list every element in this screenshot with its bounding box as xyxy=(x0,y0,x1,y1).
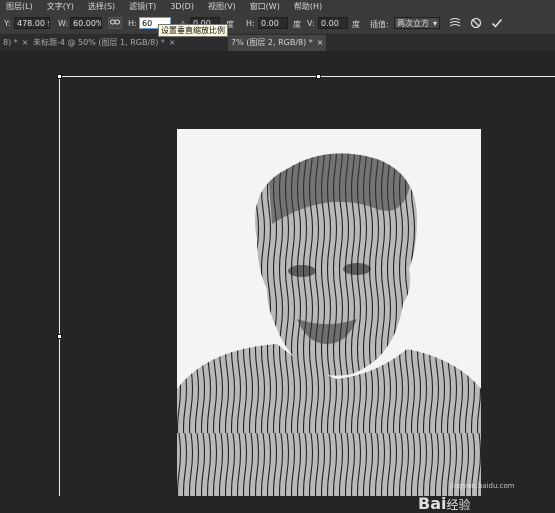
tab-document-3[interactable]: 7% (图层 2, RGB/8) * × xyxy=(228,35,327,51)
transform-box-top xyxy=(59,76,555,77)
vskew-label: V: xyxy=(307,19,315,28)
watermark-suffix: 经验 xyxy=(446,498,471,512)
menu-select[interactable]: 选择(S) xyxy=(88,1,115,12)
options-bar: Y: 478.00 像素 W: 60.00% H: 60 △ 0.00 度 H:… xyxy=(0,12,555,35)
y-label: Y: xyxy=(4,19,11,28)
height-tooltip: 设置垂直缩放比例 xyxy=(158,24,228,37)
document-tabs: 8) * × 未标题-4 @ 50% (图层 1, RGB/8) * × 7% (图… xyxy=(0,35,555,51)
warp-icon[interactable] xyxy=(449,17,461,29)
hskew-unit: 度 xyxy=(293,20,301,29)
interpolation-value: 两次立方 xyxy=(397,19,429,28)
tab-document-1[interactable]: 8) * × xyxy=(0,35,31,51)
portrait-image xyxy=(177,129,481,496)
menu-window[interactable]: 窗口(W) xyxy=(250,1,280,12)
baidu-watermark: Bai经验 xyxy=(418,494,471,513)
close-icon[interactable]: × xyxy=(22,38,29,47)
document-canvas[interactable]: Bai经验 xyxy=(0,51,555,513)
menu-layer[interactable]: 图层(L) xyxy=(6,1,33,12)
chain-link-icon[interactable] xyxy=(108,17,122,29)
cancel-icon[interactable] xyxy=(470,17,482,29)
transform-handle-middle-left[interactable] xyxy=(57,334,62,339)
tab-document-2[interactable]: 未标题-4 @ 50% (图层 1, RGB/8) * × xyxy=(30,35,179,51)
hskew-label: H: xyxy=(246,19,255,28)
close-icon[interactable]: × xyxy=(169,38,176,47)
transform-handle-top-middle[interactable] xyxy=(316,74,321,79)
hskew-field[interactable]: 0.00 xyxy=(258,17,288,29)
menu-type[interactable]: 文字(Y) xyxy=(47,1,74,12)
watermark-text: Bai xyxy=(418,494,447,513)
tab-label: 8) * xyxy=(3,38,18,47)
menu-view[interactable]: 视图(V) xyxy=(208,1,236,12)
y-field[interactable]: 478.00 像素 xyxy=(14,17,50,29)
interpolation-label: 插值: xyxy=(370,20,389,29)
tab-label: 未标题-4 @ 50% (图层 1, RGB/8) * xyxy=(33,38,165,47)
w-label: W: xyxy=(58,19,69,28)
watermark-url: jingyan.baidu.com xyxy=(450,482,515,490)
menu-3d[interactable]: 3D(D) xyxy=(170,2,194,11)
menu-filter[interactable]: 滤镜(T) xyxy=(129,1,156,12)
close-icon[interactable]: × xyxy=(317,38,324,47)
checkmark-icon[interactable] xyxy=(491,17,503,29)
tab-label: 7% (图层 2, RGB/8) * xyxy=(231,38,313,47)
width-field[interactable]: 60.00% xyxy=(70,17,102,29)
chevron-down-icon: ▾ xyxy=(432,19,437,28)
vskew-field[interactable]: 0.00 xyxy=(318,17,348,29)
interpolation-select[interactable]: 两次立方 ▾ xyxy=(394,17,440,29)
menu-help[interactable]: 帮助(H) xyxy=(294,1,322,12)
menu-bar: 图层(L) 文字(Y) 选择(S) 滤镜(T) 3D(D) 视图(V) 窗口(W… xyxy=(0,0,555,12)
transform-box-left xyxy=(59,76,60,496)
vskew-unit: 度 xyxy=(352,20,360,29)
transform-handle-top-left[interactable] xyxy=(57,74,62,79)
h-label: H: xyxy=(128,19,137,28)
